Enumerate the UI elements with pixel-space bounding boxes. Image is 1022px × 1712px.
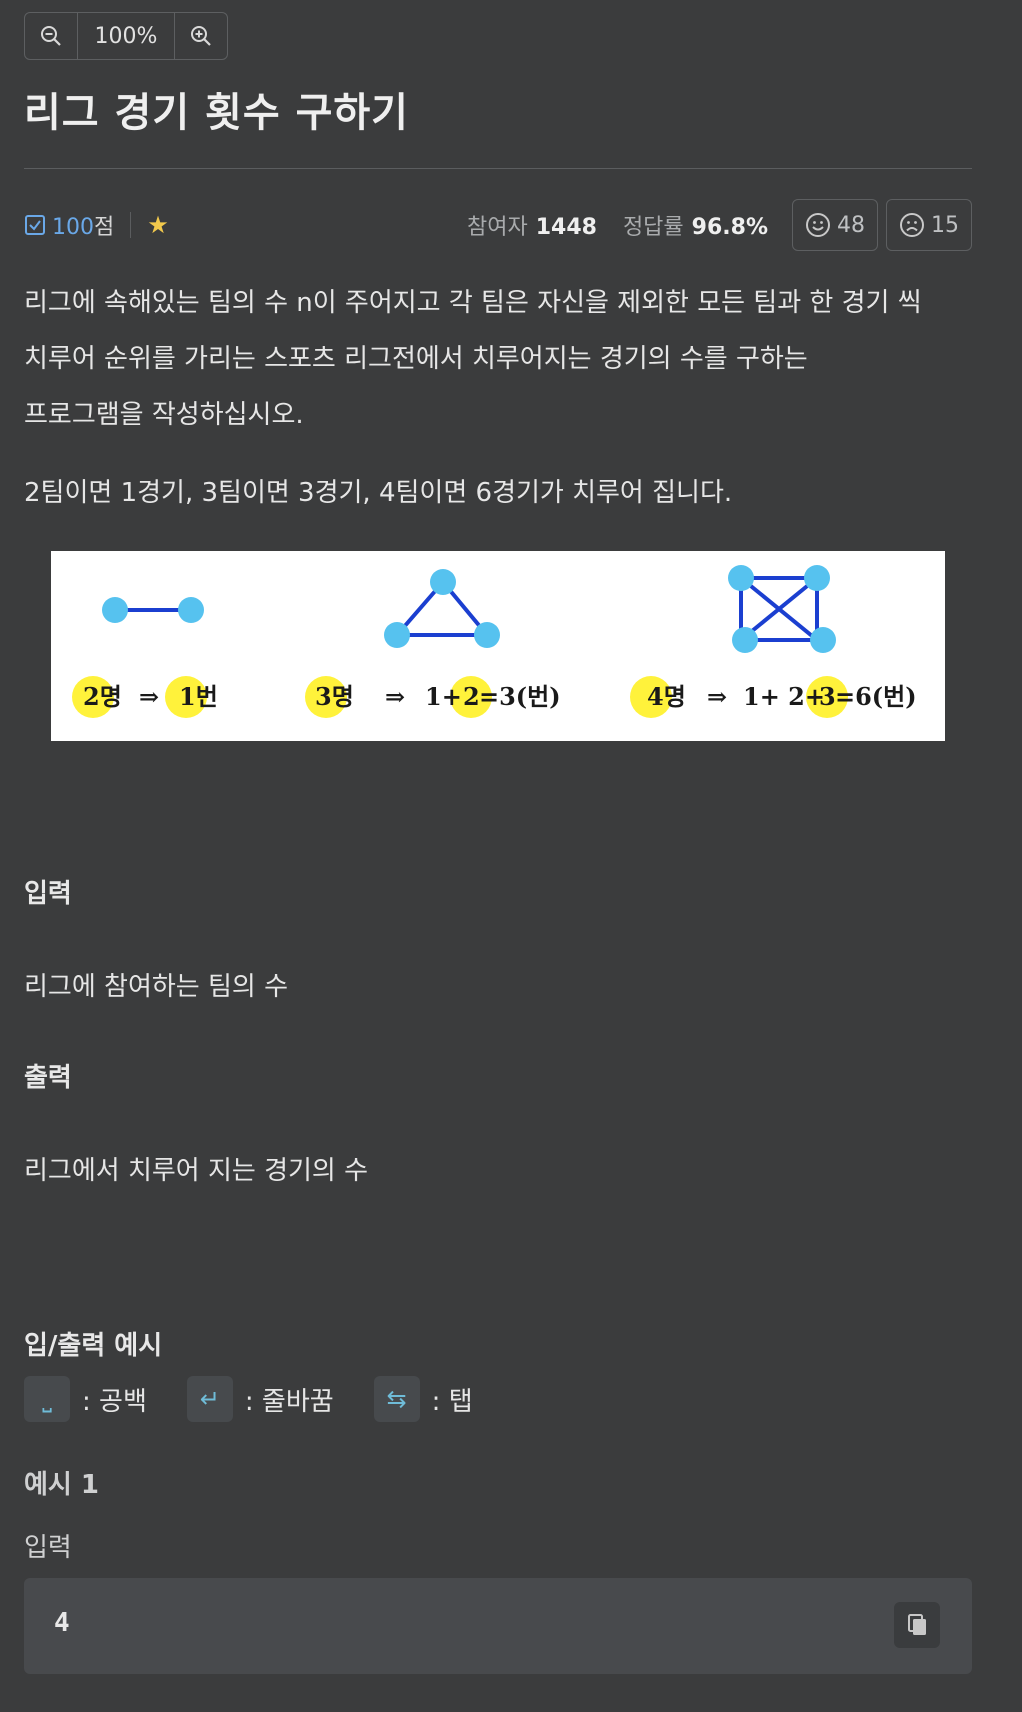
output-heading: 출력: [24, 1063, 72, 1093]
zoom-in-button[interactable]: [175, 13, 227, 59]
caption-1-arrow: ⇒: [139, 682, 159, 711]
checkbox-icon: [25, 215, 45, 235]
like-button[interactable]: 48: [792, 199, 878, 251]
accuracy-value: 96.8%: [691, 215, 768, 240]
participants-value: 1448: [535, 215, 597, 240]
zoom-control: 100%: [24, 12, 228, 60]
whitespace-legend: ⎵ : 공백 ↵ : 줄바꿈 ⇆ : 탭: [24, 1376, 972, 1422]
problem-page: 100% 리그 경기 횟수 구하기 100점 ★ 참여자 1448 정답률 96.8…: [24, 12, 972, 1674]
participants: 참여자 1448: [467, 209, 597, 241]
example-title: 예시 1: [24, 1470, 99, 1500]
caption-2-term-2: 2: [463, 682, 480, 711]
copy-icon: [908, 1614, 926, 1635]
score-suffix: 점: [94, 215, 115, 240]
dislike-button[interactable]: 15: [886, 199, 972, 251]
page-title: 리그 경기 횟수 구하기: [24, 90, 409, 136]
score: 100점: [24, 209, 114, 241]
copy-button[interactable]: [894, 1602, 940, 1648]
meta-divider: [130, 212, 132, 238]
caption-2-result: =3(번): [479, 682, 561, 711]
description-line-1: 리그에 속해있는 팀의 수 n이 주어지고 각 팀은 자신을 제외한 모든 팀과…: [24, 288, 922, 318]
example-input-box: 4: [24, 1578, 972, 1674]
zoom-out-button[interactable]: [25, 13, 77, 59]
zoom-in-icon: [191, 26, 211, 46]
league-diagram: 2명 ⇒ 1번 3명 ⇒ 1+ 2 =3(번) 4명 ⇒ 1+ 2+ 3 =6(…: [51, 551, 945, 741]
dislike-count: 15: [931, 212, 959, 238]
caption-1-people: 2명: [83, 682, 122, 711]
frown-icon: [900, 213, 924, 237]
space-legend-label: : 공백: [82, 1386, 147, 1417]
participants-label: 참여자: [466, 215, 528, 240]
io-examples-heading: 입/출력 예시: [24, 1331, 163, 1361]
score-value: 100: [52, 215, 94, 240]
space-icon: ⎵: [24, 1376, 70, 1422]
star-icon[interactable]: ★: [147, 211, 169, 239]
tab-icon: ⇆: [373, 1376, 420, 1422]
zoom-level: 100%: [77, 13, 175, 59]
like-count: 48: [837, 212, 865, 238]
accuracy: 정답률 96.8%: [623, 209, 768, 241]
caption-3-term-3: 3: [819, 682, 836, 711]
tab-legend-label: : 탭: [431, 1386, 473, 1417]
title-divider: [24, 168, 972, 169]
accuracy-label: 정답률: [622, 215, 684, 240]
caption-3-terms: 1+ 2+: [743, 682, 825, 711]
problem-description: 리그에 속해있는 팀의 수 n이 주어지고 각 팀은 자신을 제외한 모든 팀과…: [24, 275, 972, 443]
newline-icon: ↵: [186, 1376, 233, 1422]
input-description: 리그에 참여하는 팀의 수: [24, 972, 288, 1002]
caption-2-term-1: 1+: [425, 682, 462, 711]
example-input-label: 입력: [24, 1533, 72, 1563]
caption-3-people: 4명: [647, 682, 686, 711]
caption-2-people: 3명: [315, 682, 354, 711]
caption-2-arrow: ⇒: [385, 682, 405, 711]
input-heading: 입력: [24, 879, 72, 909]
problem-meta: 100점 ★ 참여자 1448 정답률 96.8% 48 15: [24, 199, 972, 251]
caption-3-result: =6(번): [835, 682, 917, 711]
description-example: 2팀이면 1경기, 3팀이면 3경기, 4팀이면 6경기가 치루어 집니다.: [24, 478, 733, 508]
caption-1-result: 1번: [179, 682, 218, 711]
output-description: 리그에서 치루어 지는 경기의 수: [24, 1156, 369, 1186]
example-input-value: 4: [54, 1608, 70, 1638]
smile-icon: [806, 213, 830, 237]
league-diagram-svg: 2명 ⇒ 1번 3명 ⇒ 1+ 2 =3(번) 4명 ⇒ 1+ 2+ 3 =6(…: [72, 565, 917, 718]
newline-legend-label: : 줄바꿈: [244, 1386, 334, 1417]
caption-3-arrow: ⇒: [707, 682, 727, 711]
description-line-3: 프로그램을 작성하십시오.: [24, 400, 304, 430]
zoom-out-icon: [41, 26, 61, 46]
description-line-2: 치루어 순위를 가리는 스포츠 리그전에서 치루어지는 경기의 수를 구하는: [24, 344, 808, 374]
